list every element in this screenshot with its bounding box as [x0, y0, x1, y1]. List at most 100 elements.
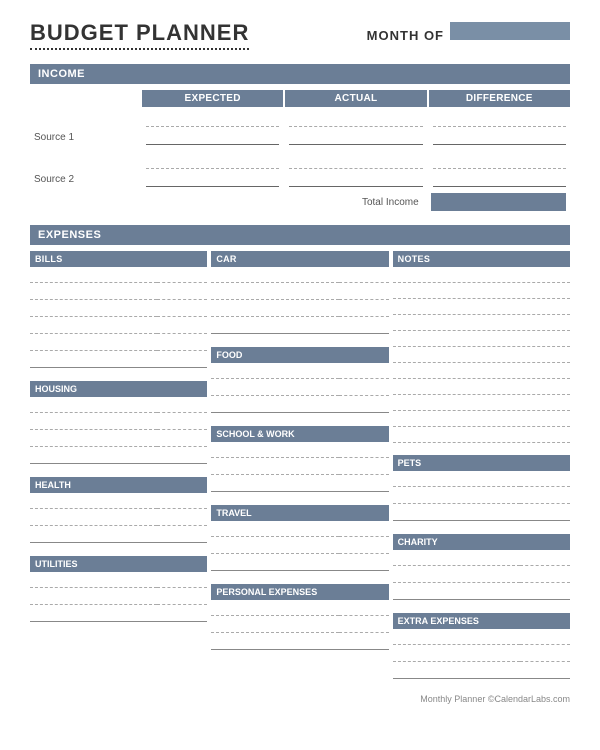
source1-difference	[429, 109, 570, 149]
note-line[interactable]	[393, 317, 570, 331]
line[interactable]	[433, 173, 566, 187]
pets-row	[393, 507, 570, 521]
note-line[interactable]	[393, 349, 570, 363]
line[interactable]	[146, 173, 279, 187]
note-line[interactable]	[393, 269, 570, 283]
charity-row	[393, 586, 570, 600]
school-row	[211, 461, 388, 475]
food-row	[211, 365, 388, 379]
income-difference-header: DIFFERENCE	[429, 90, 570, 107]
housing-row	[30, 433, 207, 447]
travel-row	[211, 523, 388, 537]
health-row	[30, 495, 207, 509]
note-line[interactable]	[393, 429, 570, 443]
line[interactable]	[289, 155, 422, 169]
utility-row	[30, 608, 207, 622]
charity-lines	[393, 552, 570, 603]
housing-header: HOUSING	[30, 381, 207, 397]
charity-row	[393, 569, 570, 583]
car-header: CAR	[211, 251, 388, 267]
total-income-label: Total Income	[30, 197, 427, 208]
bill-row	[30, 269, 207, 283]
travel-header: TRAVEL	[211, 505, 388, 521]
page-title: BUDGET PLANNER	[30, 20, 249, 50]
car-row	[211, 286, 388, 300]
line[interactable]	[433, 155, 566, 169]
extra-row	[393, 631, 570, 645]
source2-actual	[285, 151, 426, 191]
income-section-header: INCOME	[30, 64, 570, 84]
col-notes: NOTES PETS CHARITY	[393, 251, 570, 682]
bill-row	[30, 286, 207, 300]
pets-header: PETS	[393, 455, 570, 471]
housing-row	[30, 416, 207, 430]
school-work-header: SCHOOL & WORK	[211, 426, 388, 442]
source1-expected	[142, 109, 283, 149]
utilities-lines	[30, 574, 207, 625]
expenses-section: EXPENSES BILLS HOUSING HEALTH	[30, 225, 570, 682]
note-line[interactable]	[393, 381, 570, 395]
footer-text: Monthly Planner ©CalendarLabs.com	[420, 694, 570, 704]
line[interactable]	[146, 113, 279, 127]
footer: Monthly Planner ©CalendarLabs.com	[30, 690, 570, 704]
col-car: CAR FOOD SCHOOL & WORK TRAVEL	[211, 251, 388, 682]
pets-row	[393, 490, 570, 504]
source1-actual	[285, 109, 426, 149]
bill-row	[30, 303, 207, 317]
housing-lines	[30, 399, 207, 467]
income-label-spacer	[30, 90, 140, 107]
source2-difference	[429, 151, 570, 191]
travel-row	[211, 557, 388, 571]
health-header: HEALTH	[30, 477, 207, 493]
spacer	[393, 603, 570, 609]
car-row	[211, 303, 388, 317]
line[interactable]	[433, 131, 566, 145]
school-work-lines	[211, 444, 388, 495]
spacer	[30, 371, 207, 377]
travel-row	[211, 540, 388, 554]
food-lines	[211, 365, 388, 416]
source1-label: Source 1	[30, 109, 140, 149]
note-line[interactable]	[393, 333, 570, 347]
spacer	[211, 495, 388, 501]
travel-lines	[211, 523, 388, 574]
note-line[interactable]	[393, 285, 570, 299]
spacer	[211, 337, 388, 343]
health-row	[30, 512, 207, 526]
total-income-box[interactable]	[431, 193, 566, 211]
school-row	[211, 478, 388, 492]
pets-row	[393, 473, 570, 487]
line[interactable]	[289, 173, 422, 187]
note-line[interactable]	[393, 397, 570, 411]
notes-header: NOTES	[393, 251, 570, 267]
income-grid: EXPECTED ACTUAL DIFFERENCE Source 1 Sour…	[30, 90, 570, 191]
line[interactable]	[146, 155, 279, 169]
total-income-row: Total Income	[30, 193, 570, 211]
line[interactable]	[289, 113, 422, 127]
month-of-label: Month of	[367, 28, 444, 43]
car-lines	[211, 269, 388, 337]
personal-expenses-header: PERSONAL EXPENSES	[211, 584, 388, 600]
source2-label: Source 2	[30, 151, 140, 191]
bills-header: BILLS	[30, 251, 207, 267]
spacer	[211, 416, 388, 422]
utilities-header: UTILITIES	[30, 556, 207, 572]
housing-row	[30, 399, 207, 413]
health-row	[30, 529, 207, 543]
source2-expected	[142, 151, 283, 191]
housing-row	[30, 450, 207, 464]
col-bills: BILLS HOUSING HEALTH	[30, 251, 207, 682]
income-actual-header: ACTUAL	[285, 90, 426, 107]
car-row	[211, 320, 388, 334]
food-header: FOOD	[211, 347, 388, 363]
extra-expenses-header: EXTRA EXPENSES	[393, 613, 570, 629]
utility-row	[30, 591, 207, 605]
note-line[interactable]	[393, 413, 570, 427]
line[interactable]	[146, 131, 279, 145]
note-line[interactable]	[393, 301, 570, 315]
month-input-box[interactable]	[450, 22, 570, 40]
line[interactable]	[289, 131, 422, 145]
bill-row	[30, 337, 207, 351]
line[interactable]	[433, 113, 566, 127]
note-line[interactable]	[393, 365, 570, 379]
